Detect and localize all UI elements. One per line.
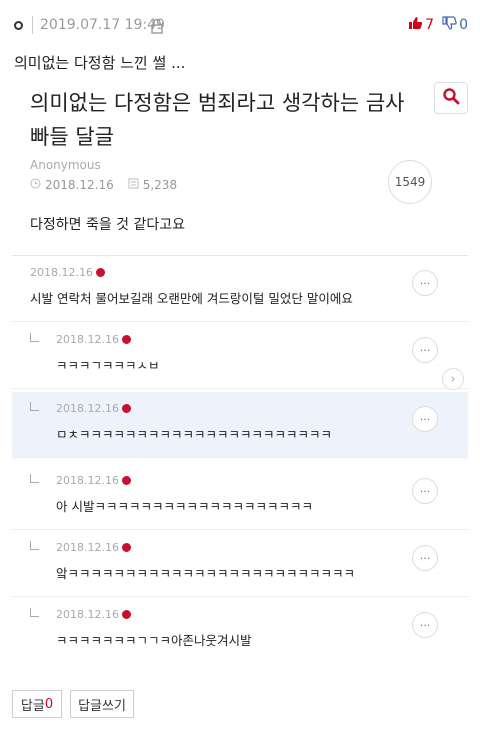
comment-text: 앜ㅋㅋㅋㅋㅋㅋㅋㅋㅋㅋㅋㅋㅋㅋㅋㅋㅋㅋㅋㅋㅋㅋㅋㅋㅋ (56, 566, 356, 581)
reply-arrow-icon (30, 608, 39, 617)
post-header: 2019.07.17 19:49 7 0 (0, 0, 480, 44)
downvote-count: 0 (459, 17, 468, 33)
more-options-button[interactable]: ··· (412, 337, 438, 363)
comment-date: 2018.12.16 (56, 333, 119, 346)
reply-list-button[interactable]: 답글 0 (12, 690, 62, 718)
reply-arrow-icon (30, 541, 39, 550)
comment-text: ㅋㅋㅋㅋㅋㅋㅋㄱㄱㅋ아존나웃겨시발 (56, 633, 252, 648)
post-date: 2019.07.17 19:49 (40, 17, 165, 33)
author-badge-icon (121, 610, 131, 619)
author-badge-icon (95, 268, 105, 277)
comment-text: 아 시발ㅋㅋㅋㅋㅋㅋㅋㅋㅋㅋㅋㅋㅋㅋㅋㅋㅋㅋㅋ (56, 499, 313, 514)
comment-meta: 2018.12.16 (56, 541, 131, 554)
more-options-button[interactable]: ··· (412, 406, 438, 432)
comment-date: 2018.12.16 (30, 266, 93, 279)
comment-text: ㅋㅋㅋㄱㅋㅋㅋㅅㅂ (56, 358, 160, 373)
circle-icon (14, 21, 23, 30)
comment-meta: 2018.12.16 (56, 474, 131, 487)
reply-row: 2018.12.16 아 시발ㅋㅋㅋㅋㅋㅋㅋㅋㅋㅋㅋㅋㅋㅋㅋㅋㅋㅋㅋ ··· (12, 464, 468, 530)
author-badge-icon (121, 476, 131, 485)
reply-arrow-icon (30, 333, 39, 342)
vote-group: 7 0 (408, 16, 468, 34)
view-count: 5,238 (142, 178, 178, 192)
reply-arrow-icon (30, 402, 39, 411)
comment-date: 2018.12.16 (56, 402, 119, 415)
divider (32, 16, 33, 34)
more-options-button[interactable]: ··· (412, 545, 438, 571)
reply-row: 2018.12.16 ㅋㅋㅋㄱㅋㅋㅋㅅㅂ ··· (12, 323, 468, 389)
comment-date: 2018.12.16 (56, 608, 119, 621)
comment-meta: 2018.12.16 (30, 266, 105, 279)
search-icon (442, 87, 460, 109)
reply-row: 2018.12.16 ㅋㅋㅋㅋㅋㅋㅋㄱㄱㅋ아존나웃겨시발 ··· (12, 598, 468, 664)
reply-row: 2018.12.16 앜ㅋㅋㅋㅋㅋㅋㅋㅋㅋㅋㅋㅋㅋㅋㅋㅋㅋㅋㅋㅋㅋㅋㅋㅋㅋ ··… (12, 531, 468, 597)
more-options-button[interactable]: ··· (412, 478, 438, 504)
thread-meta: 2018.12.16 5,238 (30, 178, 177, 192)
comment-text: 시발 연락처 물어보길래 오랜만에 겨드랑이털 밀었단 말이에요 (30, 291, 353, 306)
reply-row-highlighted: 2018.12.16 ㅁㅊㅋㅋㅋㅋㅋㅋㅋㅋㅋㅋㅋㅋㅋㅋㅋㅋㅋㅋㅋㅋㅋㅋ ··· (12, 392, 468, 458)
reply-count: 0 (44, 696, 54, 712)
comment-date: 2018.12.16 (56, 541, 119, 554)
comment-meta: 2018.12.16 (56, 402, 131, 415)
chevron-right-icon[interactable]: › (442, 368, 464, 390)
more-options-button[interactable]: ··· (412, 270, 438, 296)
clock-icon (30, 178, 41, 192)
thread-body: 다정하면 죽을 것 같다고요 (30, 217, 186, 233)
upvote-button[interactable]: 7 (408, 16, 434, 34)
downvote-button[interactable]: 0 (442, 16, 468, 34)
embedded-screenshot: 의미없는 다정함은 범죄라고 생각하는 금사빠들 달글 Anonymous 20… (12, 80, 468, 666)
author-badge-icon (121, 543, 131, 552)
search-button[interactable] (434, 82, 468, 114)
lock-icon (150, 18, 164, 38)
view-icon (128, 178, 139, 192)
thread-date: 2018.12.16 (45, 178, 114, 192)
thread-title: 의미없는 다정함은 범죄라고 생각하는 금사빠들 달글 (30, 91, 405, 149)
comment-date: 2018.12.16 (56, 474, 119, 487)
author-badge-icon (121, 404, 131, 413)
comment-meta: 2018.12.16 (56, 608, 131, 621)
write-reply-button[interactable]: 답글쓰기 (70, 690, 134, 718)
thumbs-down-icon (442, 16, 457, 34)
author-name: Anonymous (30, 158, 101, 172)
reply-label: 답글 (20, 698, 45, 714)
reply-arrow-icon (30, 474, 39, 483)
thumbs-up-icon (408, 16, 423, 34)
comment-count-badge[interactable]: 1549 (388, 160, 432, 204)
more-options-button[interactable]: ··· (412, 612, 438, 638)
comment-meta: 2018.12.16 (56, 333, 131, 346)
post-title: 의미없는 다정함 느낀 썰 ... (14, 54, 186, 72)
author-badge-icon (121, 335, 131, 344)
comment-text: ㅁㅊㅋㅋㅋㅋㅋㅋㅋㅋㅋㅋㅋㅋㅋㅋㅋㅋㅋㅋㅋㅋㅋㅋ (56, 427, 333, 442)
comment-row: 2018.12.16 시발 연락처 물어보길래 오랜만에 겨드랑이털 밀었단 말… (12, 256, 468, 322)
upvote-count: 7 (425, 17, 435, 33)
